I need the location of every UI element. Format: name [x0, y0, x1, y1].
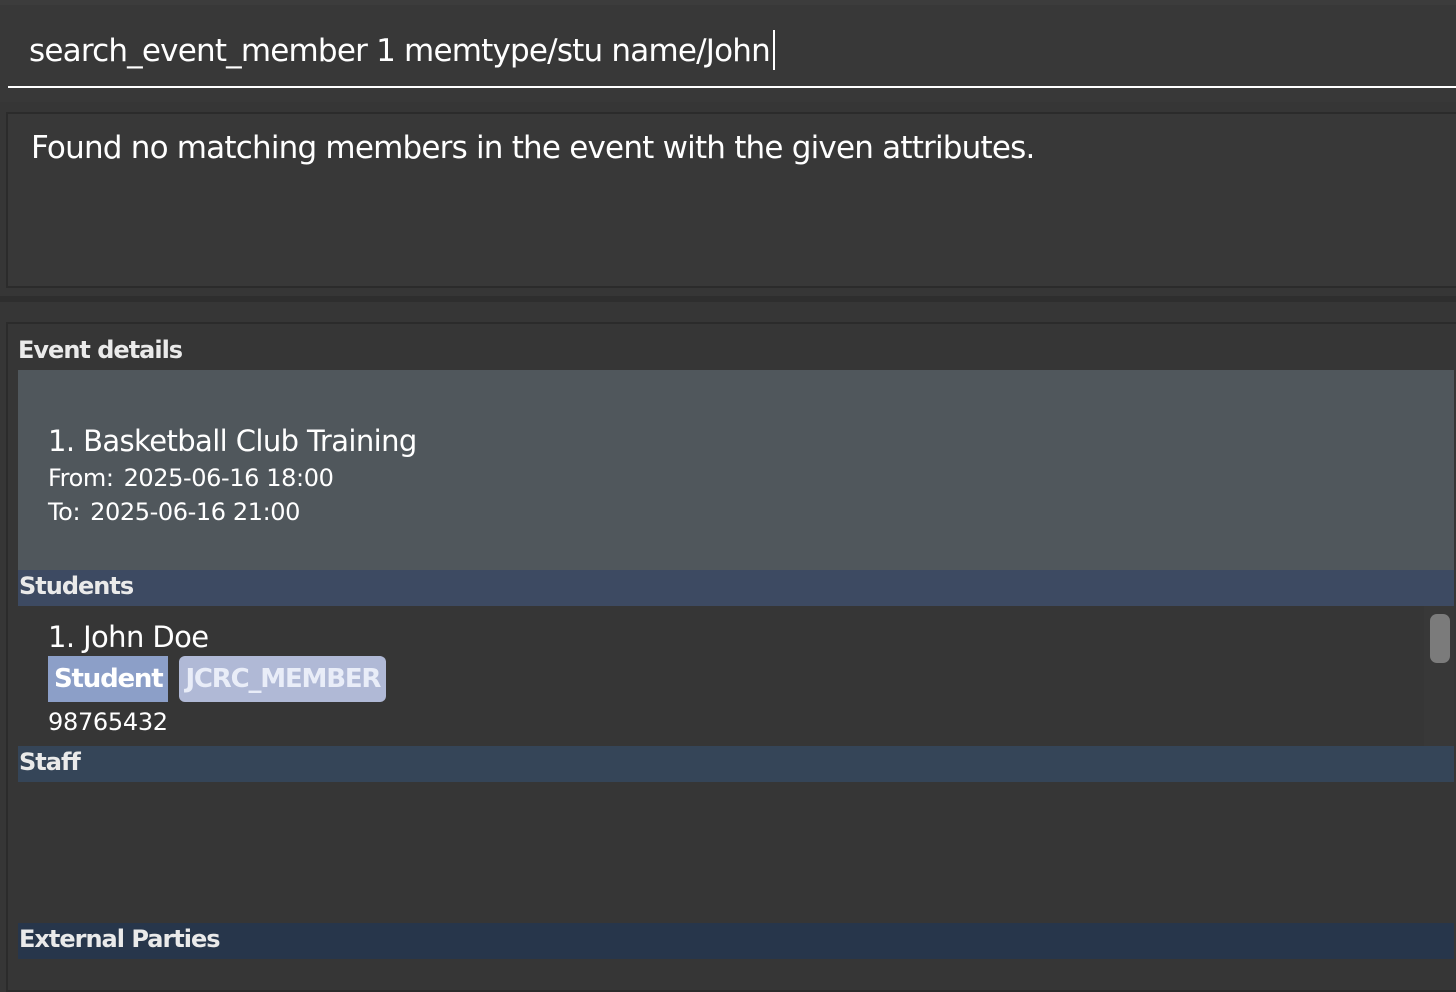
external-parties-header: External Parties	[18, 923, 1454, 959]
students-scrollbar-thumb[interactable]	[1430, 614, 1450, 663]
event-to-row: To: 2025-06-16 21:00	[48, 498, 300, 526]
event-name: 1. Basketball Club Training	[48, 424, 417, 458]
member-name: 1. John Doe	[48, 620, 209, 654]
text-caret	[773, 29, 775, 70]
tag-student: Student	[48, 656, 169, 702]
staff-header: Staff	[18, 746, 1454, 782]
member-phone: 98765432	[48, 708, 168, 736]
external-parties-title: External Parties	[19, 925, 221, 953]
event-details-title: Event details	[18, 336, 183, 364]
result-display: Found no matching members in the event w…	[6, 112, 1456, 288]
result-message: Found no matching members in the event w…	[31, 130, 1035, 166]
students-list[interactable]: 1. John Doe Student JCRC_MEMBER 98765432	[18, 606, 1424, 746]
command-input-value: search_event_member 1 memtype/stu name/J…	[29, 33, 771, 69]
command-input-text[interactable]: search_event_member 1 memtype/stu name/J…	[29, 29, 775, 70]
member-tags: Student JCRC_MEMBER	[48, 656, 387, 702]
split-pane-divider[interactable]	[0, 296, 1456, 302]
event-from-value: 2025-06-16 18:00	[123, 464, 334, 492]
event-card[interactable]: 1. Basketball Club Training From: 2025-06…	[18, 370, 1454, 570]
students-header: Students	[18, 570, 1454, 606]
external-parties-list[interactable]	[18, 959, 1454, 982]
staff-list[interactable]	[18, 782, 1454, 923]
tag-jcrc-member: JCRC_MEMBER	[179, 656, 387, 702]
event-to-label: To:	[48, 498, 81, 526]
event-to-value: 2025-06-16 21:00	[90, 498, 301, 526]
students-title: Students	[19, 572, 134, 600]
staff-title: Staff	[19, 748, 81, 776]
event-from-label: From:	[48, 464, 114, 492]
event-from-row: From: 2025-06-16 18:00	[48, 464, 334, 492]
command-box-container: search_event_member 1 memtype/stu name/J…	[0, 5, 1456, 102]
command-input[interactable]: search_event_member 1 memtype/stu name/J…	[8, 5, 1456, 88]
students-scrollbar[interactable]	[1424, 606, 1454, 746]
